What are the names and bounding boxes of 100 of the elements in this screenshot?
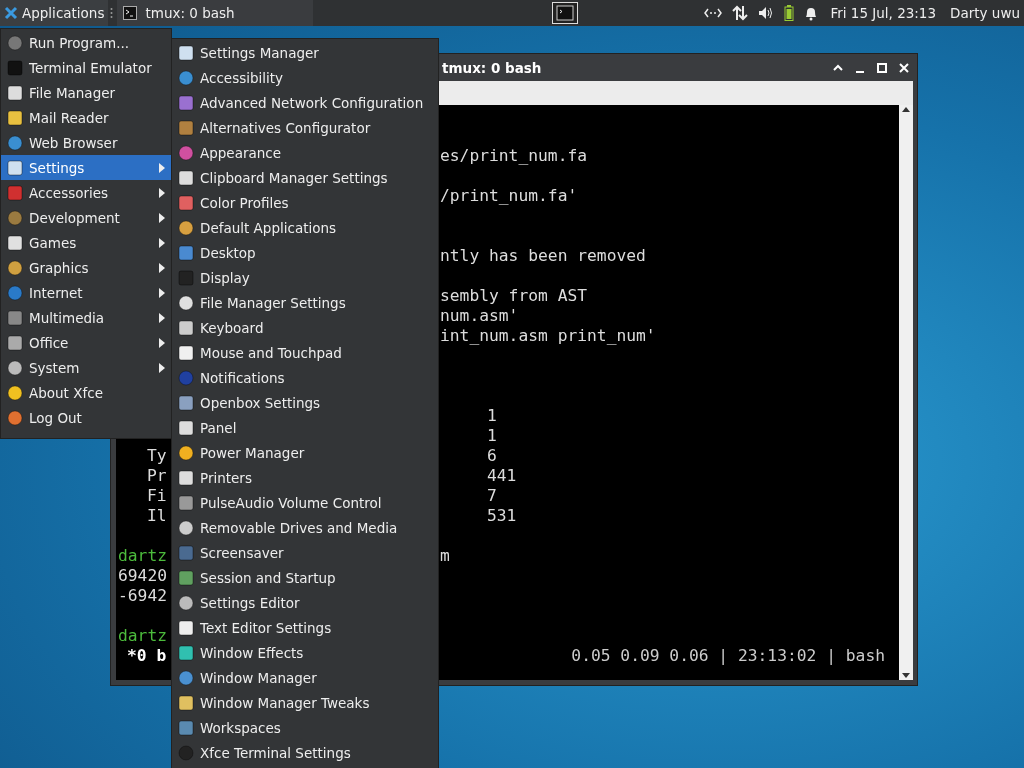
bell-icon[interactable]	[804, 5, 819, 21]
menu-item[interactable]: Terminal Emulator	[1, 55, 171, 80]
square-icon	[178, 269, 194, 286]
terminal-text: ntly has been removed	[440, 246, 646, 265]
user-name[interactable]: Darty uwu	[950, 5, 1020, 21]
window-title: tmux: 0 bash	[442, 59, 542, 76]
menu-item-label: Removable Drives and Media	[200, 519, 398, 536]
submenu-arrow-icon	[159, 337, 165, 348]
menu-item-label: Keyboard	[200, 319, 264, 336]
square-icon	[178, 569, 194, 586]
menu-item[interactable]: Workspaces	[172, 715, 438, 740]
menu-item-label: Mail Reader	[29, 109, 109, 126]
menu-item[interactable]: Settings	[1, 155, 171, 180]
menu-item[interactable]: File Manager	[1, 80, 171, 105]
menu-item[interactable]: Window Manager Tweaks	[172, 690, 438, 715]
menu-item[interactable]: Accessibility	[172, 65, 438, 90]
menu-item[interactable]: Keyboard	[172, 315, 438, 340]
menu-item[interactable]: Settings Manager	[172, 40, 438, 65]
menu-item[interactable]: Notifications	[172, 365, 438, 390]
scroll-down-icon[interactable]	[901, 672, 911, 680]
clock[interactable]: Fri 15 Jul, 23:13	[830, 5, 937, 21]
menu-item[interactable]: Panel	[172, 415, 438, 440]
terminal-text: 531	[487, 506, 517, 525]
menu-item[interactable]: Screensaver	[172, 540, 438, 565]
circle-icon	[7, 209, 23, 226]
menu-item[interactable]: File Manager Settings	[172, 290, 438, 315]
tmux-window-label: *0 b	[126, 646, 167, 665]
menu-item-label: Alternatives Configurator	[200, 119, 371, 136]
menu-item[interactable]: Session and Startup	[172, 565, 438, 590]
menu-item-label: Window Effects	[200, 644, 304, 661]
square-icon	[7, 184, 23, 201]
menu-item[interactable]: PulseAudio Volume Control	[172, 490, 438, 515]
menu-item-label: Session and Startup	[200, 569, 336, 586]
menu-item-label: Office	[29, 334, 69, 351]
menu-item-label: Clipboard Manager Settings	[200, 169, 388, 186]
workspace-switcher-icon[interactable]	[552, 2, 579, 24]
square-icon	[7, 234, 23, 251]
menu-item[interactable]: Display	[172, 265, 438, 290]
square-icon	[178, 394, 194, 411]
menu-item[interactable]: Alternatives Configurator	[172, 115, 438, 140]
menu-item[interactable]: Printers	[172, 465, 438, 490]
square-icon	[7, 84, 23, 101]
menu-item-label: Settings Editor	[200, 594, 300, 611]
circle-icon	[178, 219, 194, 236]
terminal-text: es/print_num.fa	[440, 146, 588, 165]
submenu-arrow-icon	[159, 212, 165, 223]
menu-item-label: Default Applications	[200, 219, 337, 236]
menu-item-label: PulseAudio Volume Control	[200, 494, 382, 511]
menu-item[interactable]: Desktop	[172, 240, 438, 265]
applications-menu-button[interactable]: Applications	[0, 0, 109, 26]
square-icon	[178, 719, 194, 736]
square-icon	[178, 544, 194, 561]
terminal-text: dartz	[117, 626, 167, 645]
menu-item[interactable]: Default Applications	[172, 215, 438, 240]
menu-item[interactable]: Xfce Terminal Settings	[172, 740, 438, 765]
network-icon[interactable]	[704, 7, 723, 19]
square-icon	[178, 344, 194, 361]
menu-item-label: Power Manager	[200, 444, 305, 461]
terminal-text: Pr	[146, 466, 167, 485]
menu-item[interactable]: Clipboard Manager Settings	[172, 165, 438, 190]
menu-item[interactable]: Power Manager	[172, 440, 438, 465]
circle-icon	[7, 259, 23, 276]
menu-item-label: Workspaces	[200, 719, 281, 736]
square-icon	[178, 194, 194, 211]
terminal-text: dartz	[117, 546, 167, 565]
close-icon[interactable]	[897, 60, 911, 75]
maximize-icon[interactable]	[875, 60, 889, 75]
volume-icon[interactable]	[758, 6, 775, 20]
menu-item-label: Terminal Emulator	[29, 59, 152, 76]
menu-item[interactable]: Appearance	[172, 140, 438, 165]
menu-item[interactable]: Removable Drives and Media	[172, 515, 438, 540]
terminal-text: 1	[487, 406, 497, 425]
square-icon	[178, 319, 194, 336]
menu-item-label: Run Program...	[29, 34, 129, 51]
square-icon	[178, 94, 194, 111]
menu-item-label: Settings	[29, 159, 85, 176]
menu-item-label: Internet	[29, 284, 83, 301]
terminal-text: m	[440, 546, 450, 565]
menu-item[interactable]: Run Program...	[1, 30, 171, 55]
menu-item[interactable]: Color Profiles	[172, 190, 438, 215]
circle-icon	[178, 444, 194, 461]
circle-icon	[7, 134, 23, 151]
circle-icon	[178, 369, 194, 386]
square-icon	[178, 44, 194, 61]
menu-item-label: Accessibility	[200, 69, 284, 86]
menu-item[interactable]: Window Effects	[172, 640, 438, 665]
transfer-arrows-icon[interactable]	[732, 5, 749, 21]
battery-icon[interactable]	[784, 5, 795, 21]
menu-item-label: Window Manager Tweaks	[200, 694, 370, 711]
menu-item[interactable]: Settings Editor	[172, 590, 438, 615]
menu-item-label: File Manager	[29, 84, 116, 101]
circle-icon	[178, 144, 194, 161]
menu-item[interactable]: Mouse and Touchpad	[172, 340, 438, 365]
circle-icon	[7, 384, 23, 401]
menu-item-label: Settings Manager	[200, 44, 319, 61]
menu-item[interactable]: Text Editor Settings	[172, 615, 438, 640]
menu-item[interactable]: Openbox Settings	[172, 390, 438, 415]
menu-item-label: Appearance	[200, 144, 282, 161]
taskbar-button[interactable]: tmux: 0 bash	[117, 0, 314, 26]
scrollbar[interactable]	[899, 105, 913, 680]
